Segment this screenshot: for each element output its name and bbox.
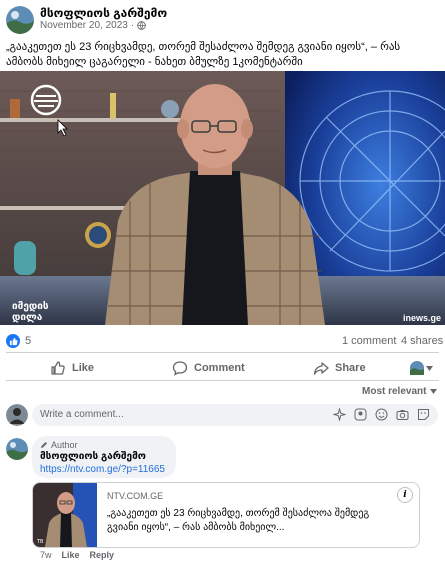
post-meta: November 20, 2023 · xyxy=(40,20,147,31)
link-preview-card[interactable]: ТВ NTV.COM.GE „გააკეთეთ ეს 23 რიცხვამდე,… xyxy=(32,482,420,548)
sticker-icon[interactable] xyxy=(417,408,430,421)
page-name[interactable]: მსოფლიოს გარშემო xyxy=(40,6,167,20)
comment-icon xyxy=(172,361,188,376)
pencil-icon xyxy=(41,442,47,448)
reaction-count[interactable]: 5 xyxy=(6,334,31,348)
link-preview-domain: NTV.COM.GE xyxy=(107,491,164,501)
post-photo[interactable]: იმედის დილა inews.ge xyxy=(0,71,445,325)
thumbs-up-icon xyxy=(51,361,65,375)
comment-author-avatar[interactable] xyxy=(6,438,28,460)
comment-link[interactable]: https://ntv.com.ge/?p=11665 xyxy=(40,464,165,475)
svg-text:ТВ: ТВ xyxy=(36,539,44,545)
comment-count[interactable]: 1 comment xyxy=(342,335,396,347)
avatar-sticker-icon[interactable] xyxy=(354,408,367,421)
caret-down-icon xyxy=(430,389,438,394)
link-preview-title: „გააკეთეთ ეს 23 რიცხვამდე, თორემ შესაძლო… xyxy=(107,508,370,533)
comment-author-name[interactable]: მსოფლიოს გარშემო xyxy=(40,451,146,462)
like-label: Like xyxy=(72,362,95,374)
photo-scene xyxy=(0,71,445,325)
comment-time[interactable]: 7w xyxy=(40,550,52,560)
post-date[interactable]: November 20, 2023 xyxy=(40,20,128,31)
share-label: Share xyxy=(335,362,366,374)
like-reaction-icon xyxy=(6,334,20,348)
camera-icon[interactable] xyxy=(396,408,409,421)
comment-actions: 7w Like Reply xyxy=(40,550,114,560)
comment-bubble: Author მსოფლიოს გარშემო https://ntv.com.… xyxy=(32,436,176,478)
divider xyxy=(6,352,439,353)
caret-down-icon xyxy=(426,365,433,371)
link-preview-thumbnail: ТВ xyxy=(33,483,97,547)
sort-label: Most relevant xyxy=(362,386,427,397)
small-avatar-icon xyxy=(410,361,424,375)
share-icon xyxy=(313,362,329,375)
share-button[interactable]: Share xyxy=(313,360,366,376)
photo-watermark: inews.ge xyxy=(402,313,441,323)
comment-like-button[interactable]: Like xyxy=(62,550,80,560)
comment-reply-button[interactable]: Reply xyxy=(90,550,115,560)
author-badge-label: Author xyxy=(51,440,78,450)
composer-tools xyxy=(333,408,430,421)
comment-label: Comment xyxy=(194,362,245,374)
comment-button[interactable]: Comment xyxy=(172,360,245,376)
like-count: 5 xyxy=(25,335,32,347)
share-count[interactable]: 4 shares xyxy=(401,335,443,347)
post-caption: „გააკეთეთ ეს 23 რიცხვამდე, თორემ შესაძლო… xyxy=(6,41,401,68)
emoji-icon[interactable] xyxy=(375,408,388,421)
page-avatar[interactable] xyxy=(6,6,34,34)
author-badge: Author xyxy=(40,440,78,450)
info-icon[interactable]: i xyxy=(397,487,413,503)
like-button[interactable]: Like xyxy=(50,360,94,376)
comment-input[interactable]: Write a comment... xyxy=(32,404,438,426)
show-logo-text: იმედის დილა xyxy=(12,301,49,323)
sparkle-icon[interactable] xyxy=(333,408,346,421)
user-avatar xyxy=(6,404,28,426)
divider xyxy=(6,380,439,381)
globe-icon xyxy=(137,21,147,30)
comment-placeholder: Write a comment... xyxy=(40,409,124,420)
audience-selector[interactable] xyxy=(410,361,433,375)
sort-dropdown[interactable]: Most relevant xyxy=(362,386,438,397)
